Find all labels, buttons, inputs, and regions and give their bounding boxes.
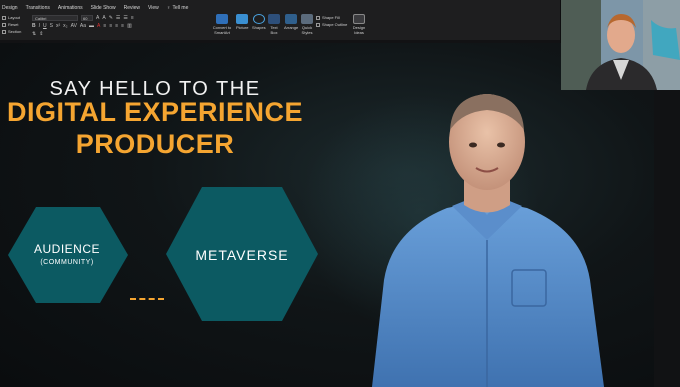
strikethrough-icon[interactable]: S <box>50 23 53 29</box>
reset-label: Reset <box>8 22 19 27</box>
underline-icon[interactable]: U <box>43 23 47 29</box>
design-ideas-icon <box>353 14 365 24</box>
change-case-icon[interactable]: Aa <box>80 23 86 29</box>
layout-icon <box>2 15 6 20</box>
shapes-label: Shapes <box>252 25 266 30</box>
slide-title-line2: DIGITAL EXPERIENCE <box>6 97 304 127</box>
tell-me-label: Tell me <box>172 5 189 11</box>
tell-me-search[interactable]: ♀ Tell me <box>167 3 189 13</box>
font-color-icon[interactable]: A <box>97 23 100 29</box>
shape-outline-label: Shape Outline <box>322 22 348 27</box>
shape-fill-icon <box>316 15 320 20</box>
powerpoint-ribbon: Design Transitions Animations Slide Show… <box>0 0 560 41</box>
slide-canvas[interactable]: SAY HELLO TO THE DIGITAL EXPERIENCE PROD… <box>0 43 654 387</box>
quick-styles-label: Quick Styles <box>301 25 313 35</box>
align-right-icon[interactable]: ≡ <box>115 23 118 29</box>
metaverse-label: METAVERSE <box>195 247 289 263</box>
text-box-button[interactable]: Text Box <box>267 14 281 35</box>
presenter-video-frame <box>561 0 680 90</box>
numbering-icon[interactable]: ☰ <box>123 15 127 21</box>
tab-transitions[interactable]: Transitions <box>26 3 50 13</box>
arrange-icon <box>285 14 298 24</box>
clear-format-icon[interactable]: ✎ <box>109 15 113 21</box>
section-button[interactable]: Section <box>2 28 30 35</box>
section-icon <box>2 29 6 34</box>
shrink-font-icon[interactable]: A <box>102 15 105 21</box>
italic-icon[interactable]: I <box>39 23 40 29</box>
tab-animations[interactable]: Animations <box>58 3 83 13</box>
layout-button[interactable]: Layout <box>2 14 30 21</box>
community-label: (COMMUNITY) <box>40 259 94 266</box>
font-size-dropdown[interactable]: 60 <box>81 15 93 21</box>
char-spacing-icon[interactable]: AV <box>71 23 77 29</box>
arrange-label: Arrange <box>284 25 299 30</box>
tab-slide-show[interactable]: Slide Show <box>91 3 116 13</box>
bullets-icon[interactable]: ☰ <box>116 15 120 21</box>
design-ideas-label: Design Ideas <box>352 25 366 35</box>
convert-smartart-button[interactable]: Convert to SmartArt <box>210 14 234 35</box>
slide-title-line3: PRODUCER <box>75 129 235 159</box>
section-label: Section <box>8 29 22 34</box>
text-direction-icon[interactable]: ⇅ <box>32 31 36 37</box>
shapes-icon <box>252 14 265 24</box>
text-box-icon <box>268 14 280 24</box>
highlight-icon[interactable]: ▬ <box>89 23 94 29</box>
arrange-button[interactable]: Arrange <box>284 14 298 30</box>
presenter-webcam <box>561 0 680 90</box>
ribbon-tabs: Design Transitions Animations Slide Show… <box>0 3 188 13</box>
picture-icon <box>236 14 249 24</box>
subscript-icon[interactable]: x₂ <box>63 23 67 29</box>
reset-icon <box>2 22 6 27</box>
justify-icon[interactable]: ≡ <box>121 23 124 29</box>
slides-group: Layout Reset Section <box>2 14 30 35</box>
bold-icon[interactable]: B <box>32 23 36 29</box>
indent-icon[interactable]: ≡ <box>131 15 134 21</box>
audience-label: AUDIENCE <box>33 242 100 256</box>
tab-view[interactable]: View <box>148 3 159 13</box>
smartart-icon <box>216 14 228 24</box>
text-box-label: Text Box <box>270 25 278 35</box>
slide-title-line2-3: DIGITAL EXPERIENCE PRODUCER <box>0 96 310 160</box>
shape-fill-label: Shape Fill <box>322 15 340 20</box>
layout-label: Layout <box>8 15 21 20</box>
quick-styles-button[interactable]: Quick Styles <box>300 14 314 35</box>
shapes-button[interactable]: Shapes <box>252 14 266 30</box>
align-center-icon[interactable]: ≡ <box>109 23 112 29</box>
design-ideas-button[interactable]: Design Ideas <box>352 14 366 35</box>
tab-design[interactable]: Design <box>2 3 18 13</box>
quick-styles-icon <box>301 14 313 24</box>
font-group: Calibri 60 A A ✎ ☰ ☰ ≡ B I U S x² x₂ AV … <box>32 14 232 38</box>
shape-outline-icon <box>316 22 320 27</box>
font-name-dropdown[interactable]: Calibri <box>32 15 78 21</box>
right-scroll-gutter[interactable] <box>654 43 680 387</box>
align-left-icon[interactable]: ≡ <box>103 23 106 29</box>
align-text-icon[interactable]: ⇕ <box>39 31 43 37</box>
lightbulb-icon: ♀ <box>166 5 171 11</box>
connector-line <box>130 298 164 300</box>
avatar-illustration <box>372 94 604 387</box>
ribbon-body: Layout Reset Section Calibri 60 A A ✎ ☰ … <box>0 13 560 40</box>
convert-smartart-label: Convert to SmartArt <box>212 25 232 35</box>
picture-button[interactable]: Picture <box>236 14 248 30</box>
tab-review[interactable]: Review <box>124 3 140 13</box>
superscript-icon[interactable]: x² <box>56 23 60 29</box>
picture-label: Picture <box>236 25 249 30</box>
grow-font-icon[interactable]: A <box>96 15 99 21</box>
columns-icon[interactable]: ▥ <box>127 23 132 29</box>
reset-button[interactable]: Reset <box>2 21 30 28</box>
